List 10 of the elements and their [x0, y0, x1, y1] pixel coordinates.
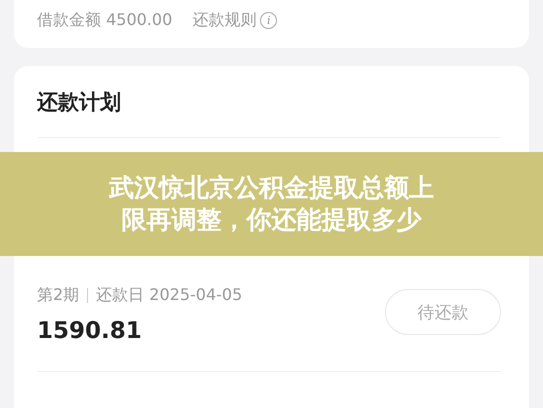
- due-date: 还款日 2025-04-05: [96, 285, 242, 306]
- pending-button[interactable]: 待还款: [385, 289, 501, 335]
- period-label: 第2期: [37, 285, 80, 306]
- loan-amount: 借款金额 4500.00: [37, 10, 172, 30]
- amount: 1590.81: [37, 318, 143, 344]
- headline-text: 武汉惊北京公积金提取总额上: [109, 172, 434, 204]
- info-icon[interactable]: i: [260, 12, 278, 28]
- plan-title: 还款计划: [37, 88, 122, 116]
- rules-link[interactable]: 还款规则: [192, 10, 256, 30]
- headline-text: 限再调整，你还能提取多少: [122, 204, 422, 236]
